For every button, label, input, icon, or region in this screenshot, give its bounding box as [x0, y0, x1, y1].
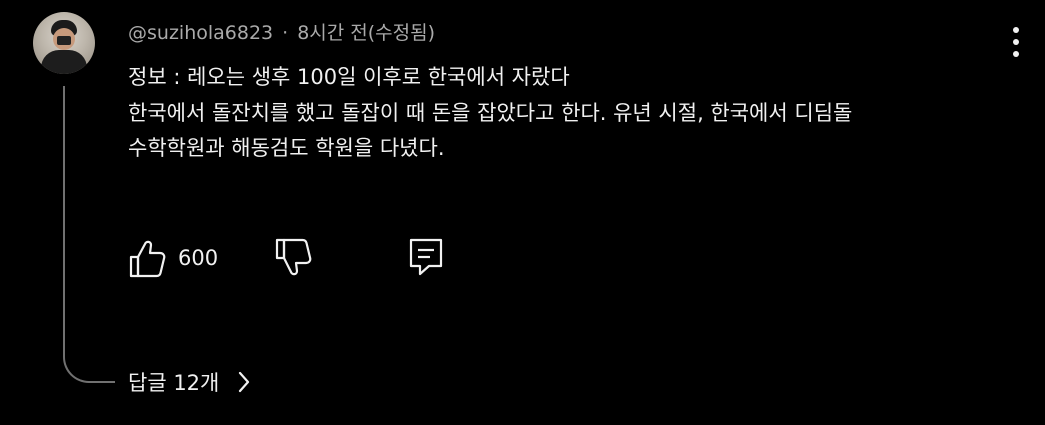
thumbs-up-icon: [129, 240, 166, 278]
avatar-body: [41, 50, 87, 74]
header-separator: ·: [282, 22, 289, 44]
avatar[interactable]: [33, 12, 95, 74]
like-count: 600: [178, 246, 219, 270]
more-options-button[interactable]: [1002, 22, 1030, 62]
thread-connector-line: [63, 86, 115, 383]
avatar-phone: [57, 36, 71, 45]
thumbs-down-icon: [275, 238, 312, 276]
reply-button[interactable]: [408, 236, 448, 280]
chevron-right-icon: [239, 371, 250, 393]
replies-label: 답글 12개: [128, 371, 220, 395]
like-button[interactable]: 600: [128, 236, 218, 280]
comment-line-1: 정보 : 레오는 생후 100일 이후로 한국에서 자랐다: [128, 65, 570, 89]
comment-body: 정보 : 레오는 생후 100일 이후로 한국에서 자랐다 한국에서 돌잔치를 …: [128, 60, 1023, 167]
author-name[interactable]: @suzihola6823: [128, 22, 273, 44]
comment-thread: @suzihola6823 · 8시간 전(수정됨) 정보 : 레오는 생후 100…: [0, 0, 1045, 425]
comment-line-3: 수학학원과 해동검도 학원을 다녔다.: [128, 136, 445, 160]
comment-icon: [409, 238, 443, 276]
comment-line-2: 한국에서 돌잔치를 했고 돌잡이 때 돈을 잡았다고 한다. 유년 시절, 한국…: [128, 100, 853, 125]
comment-header: @suzihola6823 · 8시간 전(수정됨): [128, 18, 435, 45]
view-replies-button[interactable]: 답글 12개: [128, 367, 252, 403]
comment-timestamp[interactable]: 8시간 전(수정됨): [297, 22, 435, 44]
dislike-button[interactable]: [274, 236, 314, 280]
